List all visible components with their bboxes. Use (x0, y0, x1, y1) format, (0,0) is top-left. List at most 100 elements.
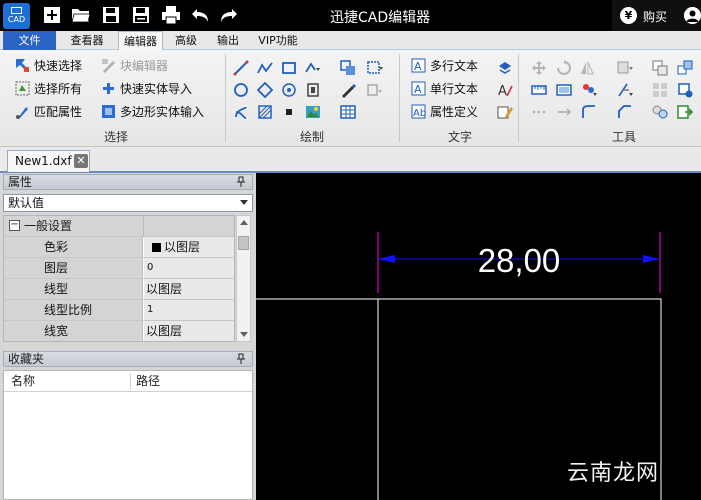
line-icon[interactable] (233, 60, 249, 76)
column-header-path[interactable]: 路径 (136, 371, 160, 391)
block-editor-label: 块编辑器 (120, 59, 169, 73)
array-icon[interactable] (652, 82, 668, 98)
property-section-general[interactable]: − 一般设置 (4, 216, 234, 237)
move-icon[interactable] (531, 60, 547, 76)
favorites-list[interactable]: 名称 路径 (3, 370, 253, 500)
hatch-dropdown-icon[interactable] (367, 60, 383, 76)
property-value[interactable]: 以图层 (144, 279, 234, 299)
measure-area-icon[interactable] (556, 82, 572, 98)
block-editor-button[interactable]: 块编辑器 (101, 56, 168, 76)
rotate-icon[interactable] (556, 60, 572, 76)
property-value[interactable]: 以图层 (144, 321, 234, 341)
tab-advanced[interactable]: 高级 (170, 31, 202, 50)
polygon-entity-input-button[interactable]: 多边形实体输入 (101, 102, 204, 122)
column-divider[interactable] (130, 373, 131, 389)
properties-filter-select[interactable]: 默认值 (3, 194, 253, 212)
tab-file[interactable]: 文件 (3, 31, 56, 50)
undo-icon[interactable] (191, 5, 211, 25)
new-icon[interactable] (42, 5, 62, 25)
user-icon[interactable] (684, 7, 701, 24)
document-tab-label: New1.dxf (15, 154, 72, 168)
property-grid-scrollbar[interactable] (236, 215, 251, 342)
yen-icon[interactable]: ¥ (620, 7, 637, 24)
polyline-icon[interactable] (257, 60, 273, 76)
match-properties-button[interactable]: 匹配属性 (15, 102, 82, 122)
scroll-down-icon[interactable] (240, 332, 248, 337)
table-icon[interactable] (340, 104, 356, 120)
property-value[interactable]: 以图层 (144, 237, 234, 257)
fillet-icon[interactable] (581, 104, 597, 120)
ellipse-icon[interactable] (281, 82, 297, 98)
document-tab[interactable]: New1.dxf ✕ (7, 150, 90, 172)
property-row-linetype-scale[interactable]: 线型比例 1 (4, 300, 234, 321)
copy-style-disabled-icon[interactable] (367, 82, 383, 98)
measure-distance-icon[interactable] (531, 82, 547, 98)
offset-icon[interactable] (556, 104, 572, 120)
rectangle-icon[interactable] (281, 60, 297, 76)
trim-dropdown-icon[interactable] (617, 82, 633, 98)
property-row-color[interactable]: 色彩 以图层 (4, 237, 234, 258)
tab-editor[interactable]: 编辑器 (118, 31, 163, 51)
title-bar: CAD 迅捷CAD编辑器 ¥ 购买 (0, 0, 701, 31)
circle-icon[interactable] (233, 82, 249, 98)
mirror-icon[interactable] (579, 60, 595, 76)
scrollbar-thumb[interactable] (238, 236, 249, 250)
explode-icon[interactable] (677, 60, 693, 76)
property-row-linetype[interactable]: 线型 以图层 (4, 279, 234, 300)
arc-icon[interactable] (233, 104, 249, 120)
join-icon[interactable] (652, 104, 668, 120)
polygon-icon[interactable] (257, 82, 273, 98)
save-icon[interactable] (101, 5, 121, 25)
properties-filter-value: 默认值 (8, 196, 45, 210)
save-as-icon[interactable] (131, 5, 151, 25)
redo-icon[interactable] (218, 5, 238, 25)
color-dropdown-icon[interactable] (581, 82, 597, 98)
drawing-canvas[interactable]: 28,00 (256, 173, 701, 500)
property-key: 图层 (4, 258, 143, 278)
pin-icon[interactable] (236, 176, 246, 188)
attribute-definition-icon: Ab (411, 104, 426, 119)
spline-dropdown-icon[interactable] (305, 60, 321, 76)
quick-entity-import-button[interactable]: 快速实体导入 (101, 79, 192, 99)
text-style-icon[interactable] (497, 60, 513, 76)
insert-block-icon[interactable] (340, 60, 356, 76)
hatch-icon[interactable] (257, 104, 273, 120)
chamfer-icon[interactable] (617, 104, 633, 120)
document-tab-strip: New1.dxf ✕ (0, 147, 701, 173)
tab-output[interactable]: 输出 (211, 31, 245, 50)
property-value[interactable]: 1 (144, 300, 234, 320)
image-icon[interactable] (305, 104, 321, 120)
column-header-name[interactable]: 名称 (11, 371, 35, 391)
text-edit-icon[interactable]: A (497, 82, 513, 98)
pin-icon[interactable] (236, 353, 246, 365)
attribute-definition-button[interactable]: Ab 属性定义 (411, 102, 478, 122)
copy-objects-icon[interactable] (652, 60, 668, 76)
select-all-button[interactable]: 选择所有 (15, 79, 82, 99)
collapse-icon[interactable]: − (9, 220, 20, 231)
open-icon[interactable] (71, 5, 91, 25)
menu-bar: 文件 查看器 编辑器 高级 输出 VIP功能 (0, 31, 701, 51)
tab-vip[interactable]: VIP功能 (253, 31, 303, 50)
pen-icon[interactable] (340, 82, 356, 98)
tab-viewer[interactable]: 查看器 (64, 31, 110, 50)
scroll-up-icon[interactable] (240, 220, 248, 225)
left-panel: 属性 默认值 − 一般设置 色彩 以图层 图层 0 线型 以图层 线型比例 1 … (0, 173, 256, 500)
close-icon[interactable]: ✕ (74, 154, 88, 168)
single-line-text-button[interactable]: A 单行文本 (411, 79, 478, 99)
property-value[interactable]: 0 (144, 258, 234, 278)
property-row-layer[interactable]: 图层 0 (4, 258, 234, 279)
property-row-lineweight[interactable]: 线宽 以图层 (4, 321, 234, 341)
print-icon[interactable] (161, 5, 181, 25)
favorites-header-row: 名称 路径 (4, 371, 252, 392)
multiline-text-button[interactable]: A 多行文本 (411, 56, 478, 76)
app-logo-icon[interactable]: CAD (3, 3, 30, 29)
layer-dropdown-icon[interactable] (617, 60, 633, 76)
export-icon[interactable] (677, 104, 693, 120)
buy-button[interactable]: 购买 (643, 8, 667, 25)
point-icon[interactable] (281, 104, 297, 120)
text-pencil-icon[interactable] (497, 104, 513, 120)
block-insert-icon[interactable] (677, 82, 693, 98)
break-points-icon[interactable] (531, 104, 547, 120)
quick-select-button[interactable]: 快速选择 (15, 56, 82, 76)
region-icon[interactable] (305, 82, 321, 98)
